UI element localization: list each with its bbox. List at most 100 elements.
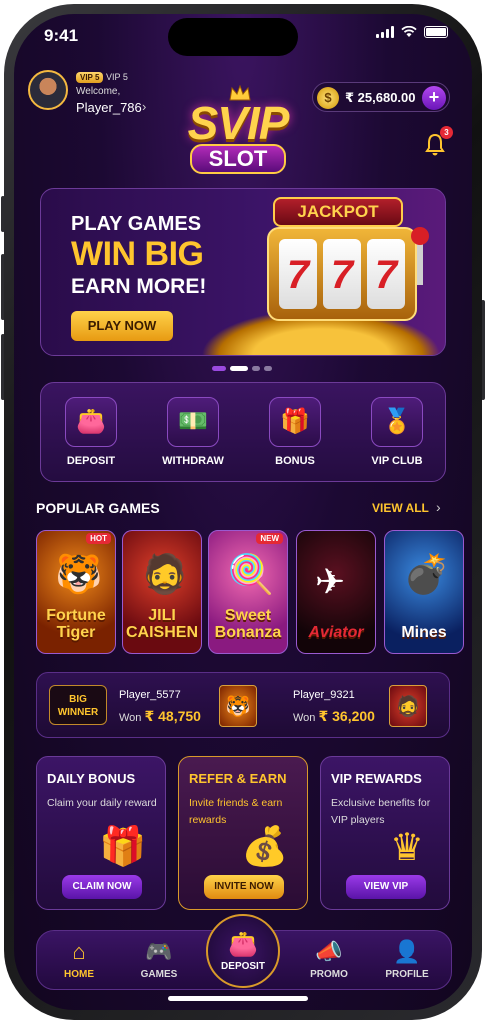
vip-club-action[interactable]: 🏅 VIP CLUB [357,397,437,467]
withdraw-action[interactable]: 💵 WITHDRAW [153,397,233,467]
game-name: Sweet Bonanza [214,607,282,641]
deposit-label: DEPOSIT [66,455,116,467]
deposit-fab-label: DEPOSIT [221,961,265,972]
cash-up-icon: 💵 [167,397,219,447]
new-tag: NEW [256,533,283,544]
nav-profile[interactable]: 👤 PROFILE [377,939,437,980]
bomb-icon: 💣 [403,554,451,596]
username[interactable]: Player_786 [76,100,142,115]
game-name: Aviator [308,624,364,641]
dynamic-island [168,18,298,56]
promo-title: REFER & EARN [189,771,287,786]
add-funds-button[interactable]: + [422,86,446,110]
hot-tag: HOT [86,533,111,544]
banner-line-1: PLAY GAMES [71,213,202,235]
game-card-jili-caishen[interactable]: 🧔 JILI CAISHEN [122,530,202,654]
coin-icon: $ [317,87,339,109]
vip-badge: VIP 5 [76,72,104,83]
logo-slot-text: SLOT [190,144,286,174]
bonus-label: BONUS [275,455,315,467]
caishen-icon: 🧔 [141,554,189,596]
slot-reel: 7 [279,239,317,309]
winner-player: Player_9321 [293,689,355,701]
vip-rewards-card[interactable]: VIP REWARDS Exclusive benefits for VIP p… [320,756,450,910]
gamepad-icon: 🎮 [145,939,173,964]
nav-promo[interactable]: 📣 PROMO [299,939,359,980]
slot-reel: 7 [323,239,361,309]
winner-amount-row: Won ₹ 48,750 [119,708,201,725]
carousel-dot[interactable] [212,366,226,371]
nav-games-label: GAMES [140,969,178,980]
crown-icon: ♛ [389,827,425,869]
slot-machine-image: 7 7 7 [267,227,417,321]
caishen-icon: 🧔 [395,696,421,718]
slot-lever-ball [411,227,429,245]
winner-player: Player_5577 [119,689,181,701]
promo-desc: Claim your daily reward [47,797,157,809]
avatar[interactable] [28,70,68,110]
tiger-icon: 🐯 [225,696,251,718]
invite-now-button[interactable]: INVITE NOW [204,875,284,899]
gift-icon: 🎁 [269,397,321,447]
claim-now-button[interactable]: CLAIM NOW [62,875,142,899]
nav-home[interactable]: ⌂ HOME [49,939,109,980]
coins-people-icon: 💰 [241,826,289,868]
tiger-icon: 🐯 [55,554,103,596]
bonus-action[interactable]: 🎁 BONUS [255,397,335,467]
status-icons [376,26,448,38]
home-icon: ⌂ [72,939,86,964]
nav-home-label: HOME [64,969,94,980]
svip-slot-logo: SVIP SLOT [168,84,308,184]
big-winners-panel: BIG WINNER Player_5577 Won ₹ 48,750 🐯 Pl… [36,672,450,738]
signal-icon [376,26,394,38]
won-amount: ₹ 48,750 [144,708,201,724]
deposit-action[interactable]: 👛 DEPOSIT [51,397,131,467]
view-vip-button[interactable]: VIEW VIP [346,875,426,899]
deposit-fab-button[interactable]: 👛 DEPOSIT [206,914,280,988]
winner-amount-row: Won ₹ 36,200 [293,708,375,725]
big-winner-badge: BIG WINNER [49,685,107,725]
chevron-right-icon[interactable]: › [436,499,441,515]
refer-earn-card[interactable]: REFER & EARN Invite friends & earn rewar… [178,756,308,910]
airplane-icon: ✈ [315,561,346,602]
game-card-sweet-bonanza[interactable]: NEW 🍭 Sweet Bonanza [208,530,288,654]
status-bar: 9:41 [0,0,486,56]
chevron-right-icon[interactable]: › [142,99,146,114]
promo-banner[interactable]: PLAY GAMES WIN BIG EARN MORE! PLAY NOW J… [40,188,446,356]
notification-badge: 3 [440,126,453,139]
won-label: Won [293,712,316,724]
view-all-link[interactable]: VIEW ALL [372,501,429,515]
game-card-fortune-tiger[interactable]: HOT 🐯 Fortune Tiger [36,530,116,654]
game-card-aviator[interactable]: ✈ Aviator [296,530,376,654]
promo-desc: Exclusive benefits for VIP players [331,797,431,826]
carousel-dot[interactable] [264,366,272,371]
won-label: Won [119,712,142,724]
banner-line-2: WIN BIG [71,235,204,273]
game-card-mines[interactable]: 💣 Mines [384,530,464,654]
won-amount: ₹ 36,200 [318,708,375,724]
carousel-dot-active[interactable] [230,366,248,371]
candy-heart-icon: 🍭 [227,554,275,596]
wallet-icon: 👛 [65,397,117,447]
promo-title: DAILY BONUS [47,771,136,786]
welcome-text: Welcome, [76,86,121,97]
play-now-button[interactable]: PLAY NOW [71,311,173,341]
nav-profile-label: PROFILE [385,969,429,980]
big-winner-line-1: BIG [69,694,87,705]
wifi-icon [401,26,417,37]
carousel-dot[interactable] [252,366,260,371]
game-name: Fortune Tiger [46,607,106,641]
game-name: JILI CAISHEN [125,607,198,641]
winner-game-thumb[interactable]: 🧔 [389,685,427,727]
withdraw-label: WITHDRAW [162,455,224,467]
gift-icon: 🎁 [99,826,147,868]
quick-actions-panel: 👛 DEPOSIT 💵 WITHDRAW 🎁 BONUS 🏅 VIP CLUB [40,382,446,482]
battery-icon [424,26,448,38]
daily-bonus-card[interactable]: DAILY BONUS Claim your daily reward 🎁 CL… [36,756,166,910]
jackpot-sign: JACKPOT [273,197,403,227]
nav-games[interactable]: 🎮 GAMES [129,939,189,980]
winner-game-thumb[interactable]: 🐯 [219,685,257,727]
vip-club-label: VIP CLUB [371,455,423,467]
carousel-dots[interactable] [212,366,272,371]
balance-pill[interactable]: $ ₹ 25,680.00 + [312,82,450,112]
